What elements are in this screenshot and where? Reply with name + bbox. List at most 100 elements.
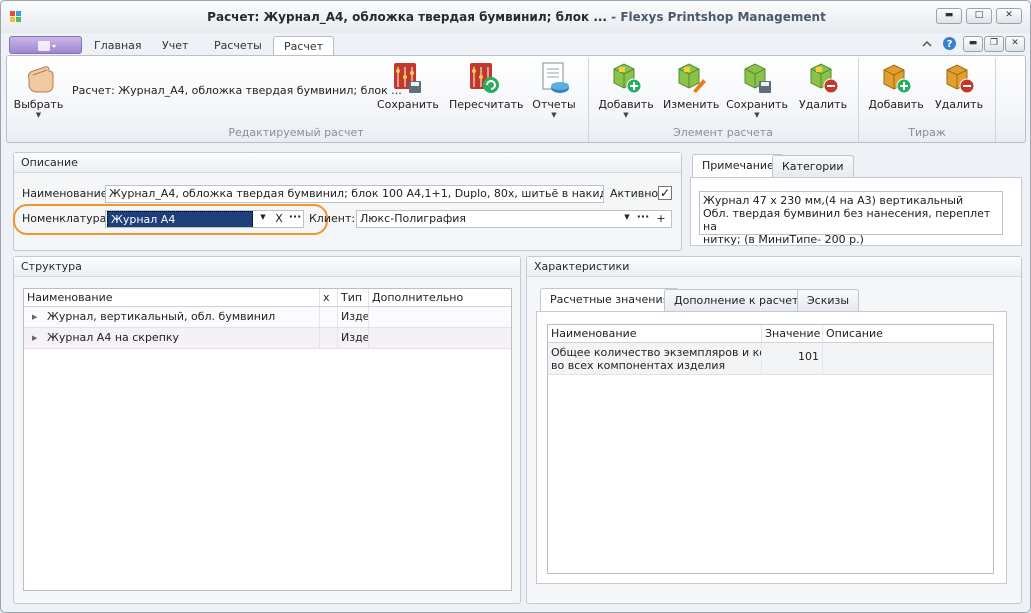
characteristics-header: Характеристики xyxy=(527,257,1021,277)
tab-home[interactable]: Главная xyxy=(84,36,152,55)
help-icon[interactable]: ? xyxy=(942,36,957,51)
column-header-x[interactable]: x xyxy=(320,289,338,306)
nomenclature-clear-icon[interactable]: X xyxy=(273,212,285,225)
tab-calculations[interactable]: Расчеты xyxy=(204,36,272,55)
expand-icon[interactable]: ▶ xyxy=(32,328,37,348)
minimize-icon: ▬ xyxy=(968,38,978,48)
cell-name: Общее количество экземпляров и копий во … xyxy=(548,343,762,374)
name-label: Наименование: xyxy=(22,187,112,200)
column-header-name[interactable]: Наименование xyxy=(24,289,320,306)
svg-text:?: ? xyxy=(947,39,953,50)
column-header-name[interactable]: Наименование xyxy=(548,325,762,342)
client-dropdown-icon[interactable]: ▼ xyxy=(621,213,633,221)
group-label-calc-element: Элемент расчета xyxy=(673,126,773,139)
chevron-down-icon: ▼ xyxy=(551,111,557,119)
cell-name-line: во всех компонентах изделия xyxy=(551,359,726,372)
column-header-description[interactable]: Описание xyxy=(823,325,993,342)
client-label: Клиент: xyxy=(309,212,356,225)
tab-calc-supplement[interactable]: Дополнение к расчету xyxy=(664,289,815,311)
cell-name: Журнал, вертикальный, обл. бумвинил xyxy=(44,307,320,327)
cell-name: Журнал А4 на скрепку xyxy=(44,328,320,348)
delete-element-label: Удалить xyxy=(798,98,848,111)
edit-element-label: Изменить xyxy=(663,98,720,111)
column-header-type[interactable]: Тип xyxy=(338,289,369,306)
chevron-down-icon: ▼ xyxy=(754,111,760,119)
app-name: - Flexys Printshop Management xyxy=(607,10,826,24)
client-ellipsis-icon[interactable]: ··· xyxy=(636,210,650,223)
cube-add-icon xyxy=(610,61,642,95)
chevron-up-icon[interactable] xyxy=(921,38,933,50)
maximize-button[interactable]: □ xyxy=(966,8,992,24)
ribbon-separator xyxy=(995,58,996,142)
maximize-icon: □ xyxy=(974,10,984,20)
table-row[interactable]: Общее количество экземпляров и копий во … xyxy=(548,343,993,375)
notes-line: Обл. твердая бумвинил без нанесения, пер… xyxy=(703,207,991,233)
title-bar: Расчет: Журнал_А4, обложка твердая бумви… xyxy=(1,1,1030,33)
close-icon: ✕ xyxy=(1005,10,1013,20)
restore-button[interactable]: ❐ xyxy=(984,36,1004,52)
cell-type: Изде xyxy=(338,307,369,327)
reports-icon xyxy=(538,61,570,95)
cell-description xyxy=(823,343,993,374)
notes-line: нитку; (в МиниТипе- 200 р.) xyxy=(703,233,864,246)
app-menu-icon xyxy=(38,41,56,51)
cell-extra xyxy=(369,328,511,348)
restore-icon: ❐ xyxy=(989,38,999,48)
expand-icon[interactable]: ▶ xyxy=(32,307,37,327)
app-window: Расчет: Журнал_А4, обложка твердая бумви… xyxy=(0,0,1031,613)
delete-run-label: Удалить xyxy=(934,98,984,111)
pointing-hand-icon xyxy=(23,61,55,95)
window-title-text: Расчет: Журнал_А4, обложка твердая бумви… xyxy=(207,10,607,24)
cell-name-line: Общее количество экземпляров и копий xyxy=(551,346,761,359)
cube-edit-icon xyxy=(675,61,707,95)
tab-categories[interactable]: Категории xyxy=(772,155,854,177)
cell-extra xyxy=(369,307,511,327)
cube-save-icon xyxy=(741,61,773,95)
name-input[interactable]: Журнал_А4, обложка твердая бумвинил; бло… xyxy=(105,185,604,203)
box-delete-icon xyxy=(943,61,975,95)
chevron-down-icon: ▼ xyxy=(35,111,42,119)
column-header-extra[interactable]: Дополнительно xyxy=(369,289,511,306)
save-calc-label: Сохранить xyxy=(377,98,439,111)
mdi-minimize-button[interactable]: ▬ xyxy=(963,36,983,52)
current-calc-label: Расчет: Журнал_А4, обложка твердая бумви… xyxy=(72,84,402,97)
add-run-label: Добавить xyxy=(868,98,924,111)
tab-accounting[interactable]: Учет xyxy=(152,36,198,55)
app-menu-button[interactable] xyxy=(9,36,82,54)
minimize-button[interactable]: ▬ xyxy=(936,8,962,24)
group-label-run: Тираж xyxy=(908,126,946,139)
nomenclature-dropdown-icon[interactable]: ▼ xyxy=(257,213,269,221)
nomenclature-label: Номенклатура: xyxy=(22,212,111,225)
notes-line: Журнал 47 х 230 мм,(4 на А3) вертикальны… xyxy=(703,194,964,207)
save-element-label: Сохранить xyxy=(726,98,788,111)
structure-grid: Наименование x Тип Дополнительно ▶ Журна… xyxy=(23,288,512,591)
add-element-label: Добавить xyxy=(598,98,654,111)
cell-type: Изде xyxy=(338,328,369,348)
client-value: Люкс-Полиграфия xyxy=(360,212,467,225)
nomenclature-ellipsis-icon[interactable]: ··· xyxy=(288,210,302,223)
reports-label: Отчеты xyxy=(532,98,576,111)
table-row[interactable]: ▶ Журнал, вертикальный, обл. бумвинил Из… xyxy=(24,307,511,328)
tab-notes[interactable]: Примечание xyxy=(692,154,784,177)
choose-label: Выбрать xyxy=(13,98,64,111)
tab-sketches[interactable]: Эскизы xyxy=(797,289,860,311)
nomenclature-value: Журнал А4 xyxy=(107,211,253,227)
group-label-edited-calc: Редактируемый расчет xyxy=(228,126,364,139)
cell-x xyxy=(320,328,338,348)
mdi-close-button[interactable]: ✕ xyxy=(1005,36,1025,52)
structure-header: Структура xyxy=(14,257,520,277)
abacus-save-icon xyxy=(391,61,423,95)
column-header-value[interactable]: Значение xyxy=(762,325,823,342)
tab-calculation[interactable]: Расчет xyxy=(273,36,335,55)
table-row[interactable]: ▶ Журнал А4 на скрепку Изде xyxy=(24,328,511,349)
description-header: Описание xyxy=(14,153,681,173)
active-checkbox[interactable]: ✓ xyxy=(658,186,672,200)
active-label: Активно xyxy=(610,187,659,200)
cell-value: 101 xyxy=(762,343,823,374)
minimize-icon: ▬ xyxy=(944,10,954,20)
recalculate-label: Пересчитать xyxy=(449,98,524,111)
notes-textarea[interactable]: Журнал 47 х 230 мм,(4 на А3) вертикальны… xyxy=(699,191,1003,246)
close-button[interactable]: ✕ xyxy=(996,8,1022,24)
client-add-icon[interactable]: + xyxy=(654,212,668,225)
tab-calculated-values[interactable]: Расчетные значения xyxy=(540,288,680,311)
